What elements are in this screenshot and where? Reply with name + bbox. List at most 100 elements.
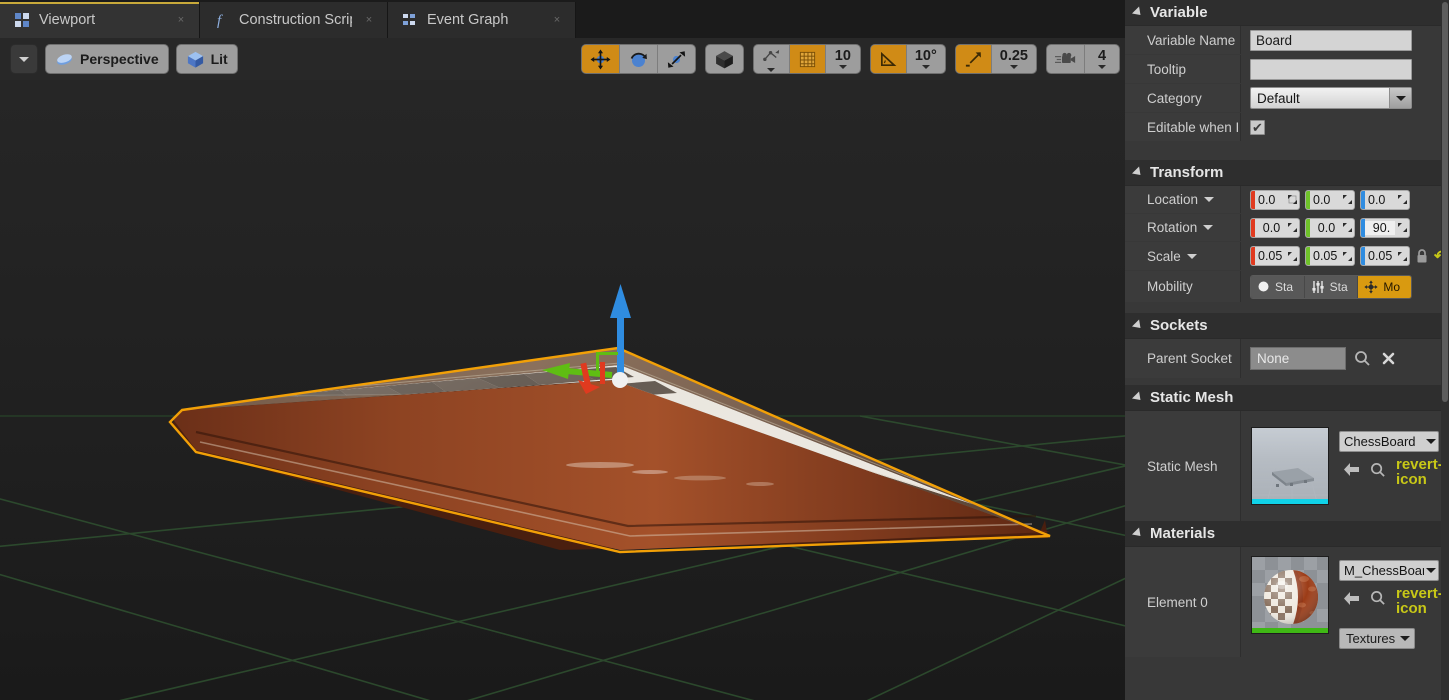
- drag-handle-icon[interactable]: [1285, 219, 1299, 237]
- camera-speed-group: 4: [1046, 44, 1120, 74]
- search-icon[interactable]: [1352, 349, 1372, 369]
- lock-icon[interactable]: [1415, 248, 1429, 264]
- gizmo-z-axis: [617, 308, 624, 383]
- browse-back-icon[interactable]: [1343, 591, 1360, 611]
- view-mode-button[interactable]: Perspective: [45, 44, 169, 74]
- search-icon[interactable]: [1370, 462, 1386, 483]
- viewport-options-menu-button[interactable]: [10, 44, 38, 74]
- search-icon[interactable]: [1370, 590, 1386, 611]
- angle-snap-value-button[interactable]: 10°: [907, 45, 945, 73]
- drag-handle-icon[interactable]: [1340, 219, 1354, 237]
- browse-back-icon[interactable]: [1343, 462, 1360, 482]
- scrollbar-thumb[interactable]: [1442, 2, 1448, 402]
- section-header-variable[interactable]: Variable: [1125, 0, 1449, 26]
- mobility-movable-option[interactable]: Mo: [1358, 276, 1411, 298]
- row-category: Category Default: [1125, 84, 1449, 113]
- chessboard-mesh-thumbnail[interactable]: [1251, 427, 1329, 505]
- camera-speed-value-button[interactable]: 4: [1085, 45, 1119, 73]
- camera-speed-icon: [1055, 49, 1076, 70]
- chevron-down-icon: [1010, 65, 1018, 69]
- angle-icon: [879, 50, 898, 69]
- surface-snap-button[interactable]: [754, 45, 790, 73]
- location-y-input[interactable]: 0.0: [1305, 190, 1355, 210]
- tab-event-graph[interactable]: Event Graph ×: [388, 2, 576, 38]
- location-z-input[interactable]: 0.0: [1360, 190, 1410, 210]
- section-header-static-mesh[interactable]: Static Mesh: [1125, 385, 1449, 411]
- chevron-down-icon: [922, 65, 930, 69]
- chevron-down-icon: [19, 57, 29, 62]
- drag-handle-icon[interactable]: [1340, 191, 1354, 209]
- location-x-input[interactable]: 0.0: [1250, 190, 1300, 210]
- chevron-down-icon[interactable]: [1203, 225, 1213, 230]
- location-vector: 0.0 0.0: [1250, 190, 1410, 210]
- drag-handle-icon[interactable]: [1285, 247, 1299, 265]
- chevron-down-icon: [1424, 439, 1438, 444]
- shading-mode-button[interactable]: Lit: [176, 44, 238, 74]
- translate-tool-button[interactable]: [582, 45, 620, 73]
- tab-construction-script[interactable]: f Construction Scrip ×: [200, 2, 388, 38]
- chevron-down-icon[interactable]: [1187, 254, 1197, 259]
- chevron-down-icon: [1400, 636, 1410, 641]
- scale-snap-button[interactable]: [956, 45, 992, 73]
- event-graph-icon: [402, 12, 418, 28]
- static-mesh-asset-dropdown[interactable]: ChessBoard: [1339, 431, 1439, 452]
- chevron-down-icon: [1098, 65, 1106, 69]
- variable-name-input[interactable]: Board: [1250, 30, 1412, 51]
- viewport-toolbar: Perspective Lit: [0, 38, 1125, 80]
- material-sphere-thumbnail[interactable]: [1251, 556, 1329, 634]
- grid-snap-value: 10: [835, 49, 851, 64]
- camera-speed-value: 4: [1098, 49, 1106, 64]
- tab-viewport[interactable]: Viewport ×: [0, 2, 200, 38]
- parent-socket-input[interactable]: None: [1250, 347, 1346, 370]
- material-asset-dropdown[interactable]: M_ChessBoard: [1339, 560, 1439, 581]
- scale-z-input[interactable]: 0.05: [1360, 246, 1410, 266]
- function-f-icon: f: [214, 12, 230, 28]
- chevron-down-icon[interactable]: [1204, 197, 1214, 202]
- drag-handle-icon[interactable]: [1340, 247, 1354, 265]
- mobility-stationary-option[interactable]: Sta: [1305, 276, 1359, 298]
- section-header-transform[interactable]: Transform: [1125, 160, 1449, 186]
- grid-snap-value-button[interactable]: 10: [826, 45, 860, 73]
- view-mode-label: Perspective: [80, 51, 159, 67]
- scale-x-input[interactable]: 0.05: [1250, 246, 1300, 266]
- textures-dropdown-button[interactable]: Textures: [1339, 628, 1415, 649]
- row-label: Editable when I: [1125, 113, 1241, 141]
- drag-handle-icon[interactable]: [1395, 191, 1409, 209]
- drag-handle-icon[interactable]: [1395, 219, 1409, 237]
- scale-tool-button[interactable]: [658, 45, 695, 73]
- row-variable-name: Variable Name Board: [1125, 26, 1449, 55]
- rotation-x-input[interactable]: 0.0: [1250, 218, 1300, 238]
- scale-y-input[interactable]: 0.05: [1305, 246, 1355, 266]
- rotation-z-input[interactable]: 90.: [1360, 218, 1410, 238]
- details-panel[interactable]: Variable Variable Name Board Tooltip Cat…: [1125, 0, 1449, 700]
- drag-handle-icon[interactable]: [1285, 191, 1299, 209]
- mobility-static-option[interactable]: Sta: [1251, 276, 1305, 298]
- details-panel-scrollbar[interactable]: [1441, 0, 1449, 700]
- mobility-option-label: Sta: [1330, 280, 1348, 294]
- camera-speed-button[interactable]: [1047, 45, 1085, 73]
- editable-checkbox[interactable]: ✔: [1250, 120, 1265, 135]
- scale-snap-value-button[interactable]: 0.25: [992, 45, 1036, 73]
- angle-snap-button[interactable]: [871, 45, 907, 73]
- scale-vector: 0.05 0.05: [1250, 246, 1447, 266]
- coordinate-system-button[interactable]: [706, 45, 743, 73]
- asset-type-strip: [1252, 628, 1328, 633]
- drag-handle-icon[interactable]: [1395, 247, 1409, 265]
- stationary-sliders-icon: [1311, 280, 1325, 294]
- grid-snap-button[interactable]: [790, 45, 826, 73]
- tab-close-button[interactable]: ×: [173, 12, 189, 28]
- row-mobility: Mobility Sta: [1125, 271, 1449, 303]
- section-title: Sockets: [1150, 317, 1208, 334]
- row-label: Element 0: [1125, 547, 1241, 657]
- rotate-tool-button[interactable]: [620, 45, 658, 73]
- tab-close-button[interactable]: ×: [549, 12, 565, 28]
- section-header-materials[interactable]: Materials: [1125, 521, 1449, 547]
- 3d-viewport[interactable]: 1 2 3 4 5 6 A B C D E: [0, 80, 1125, 700]
- tooltip-input[interactable]: [1250, 59, 1412, 80]
- lit-cube-icon: [186, 50, 205, 69]
- rotation-y-input[interactable]: 0.0: [1305, 218, 1355, 238]
- section-header-sockets[interactable]: Sockets: [1125, 313, 1449, 339]
- clear-x-icon[interactable]: [1378, 349, 1398, 369]
- tab-close-button[interactable]: ×: [361, 12, 377, 28]
- category-dropdown[interactable]: Default: [1250, 87, 1412, 109]
